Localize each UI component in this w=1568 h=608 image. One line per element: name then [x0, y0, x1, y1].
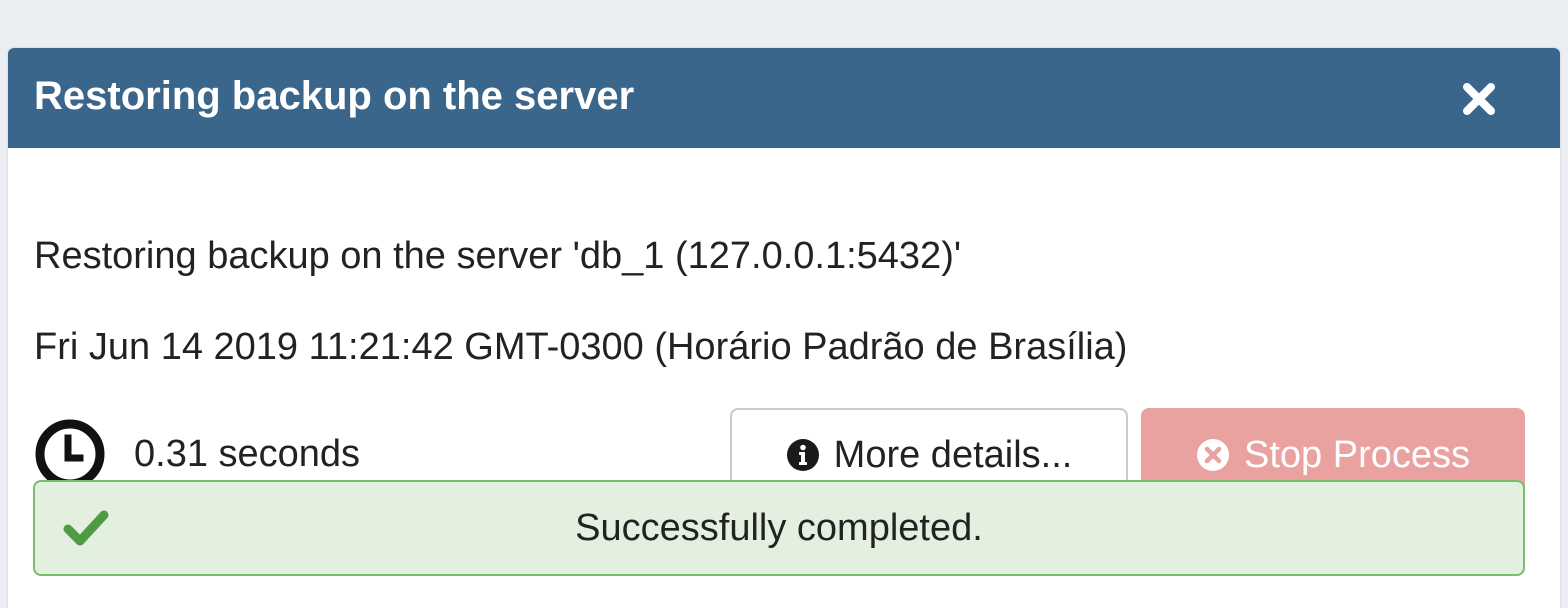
- info-circle-icon: [786, 439, 819, 471]
- close-button[interactable]: [1454, 74, 1504, 124]
- success-alert: Successfully completed.: [33, 480, 1525, 576]
- more-details-label: More details...: [833, 433, 1073, 476]
- times-circle-icon: [1197, 439, 1229, 471]
- process-description: Restoring backup on the server 'db_1 (12…: [34, 235, 962, 277]
- restore-dialog: Restoring backup on the server Restoring…: [8, 48, 1560, 608]
- stop-process-label: Stop Process: [1244, 433, 1470, 476]
- dialog-title: Restoring backup on the server: [34, 74, 635, 118]
- check-icon: [63, 510, 109, 546]
- elapsed-time-text: 0.31 seconds: [134, 432, 361, 475]
- close-icon: [1463, 83, 1495, 115]
- process-start-time: Fri Jun 14 2019 11:21:42 GMT-0300 (Horár…: [34, 326, 1128, 368]
- success-message: Successfully completed.: [575, 506, 983, 549]
- dialog-header: Restoring backup on the server: [8, 48, 1560, 148]
